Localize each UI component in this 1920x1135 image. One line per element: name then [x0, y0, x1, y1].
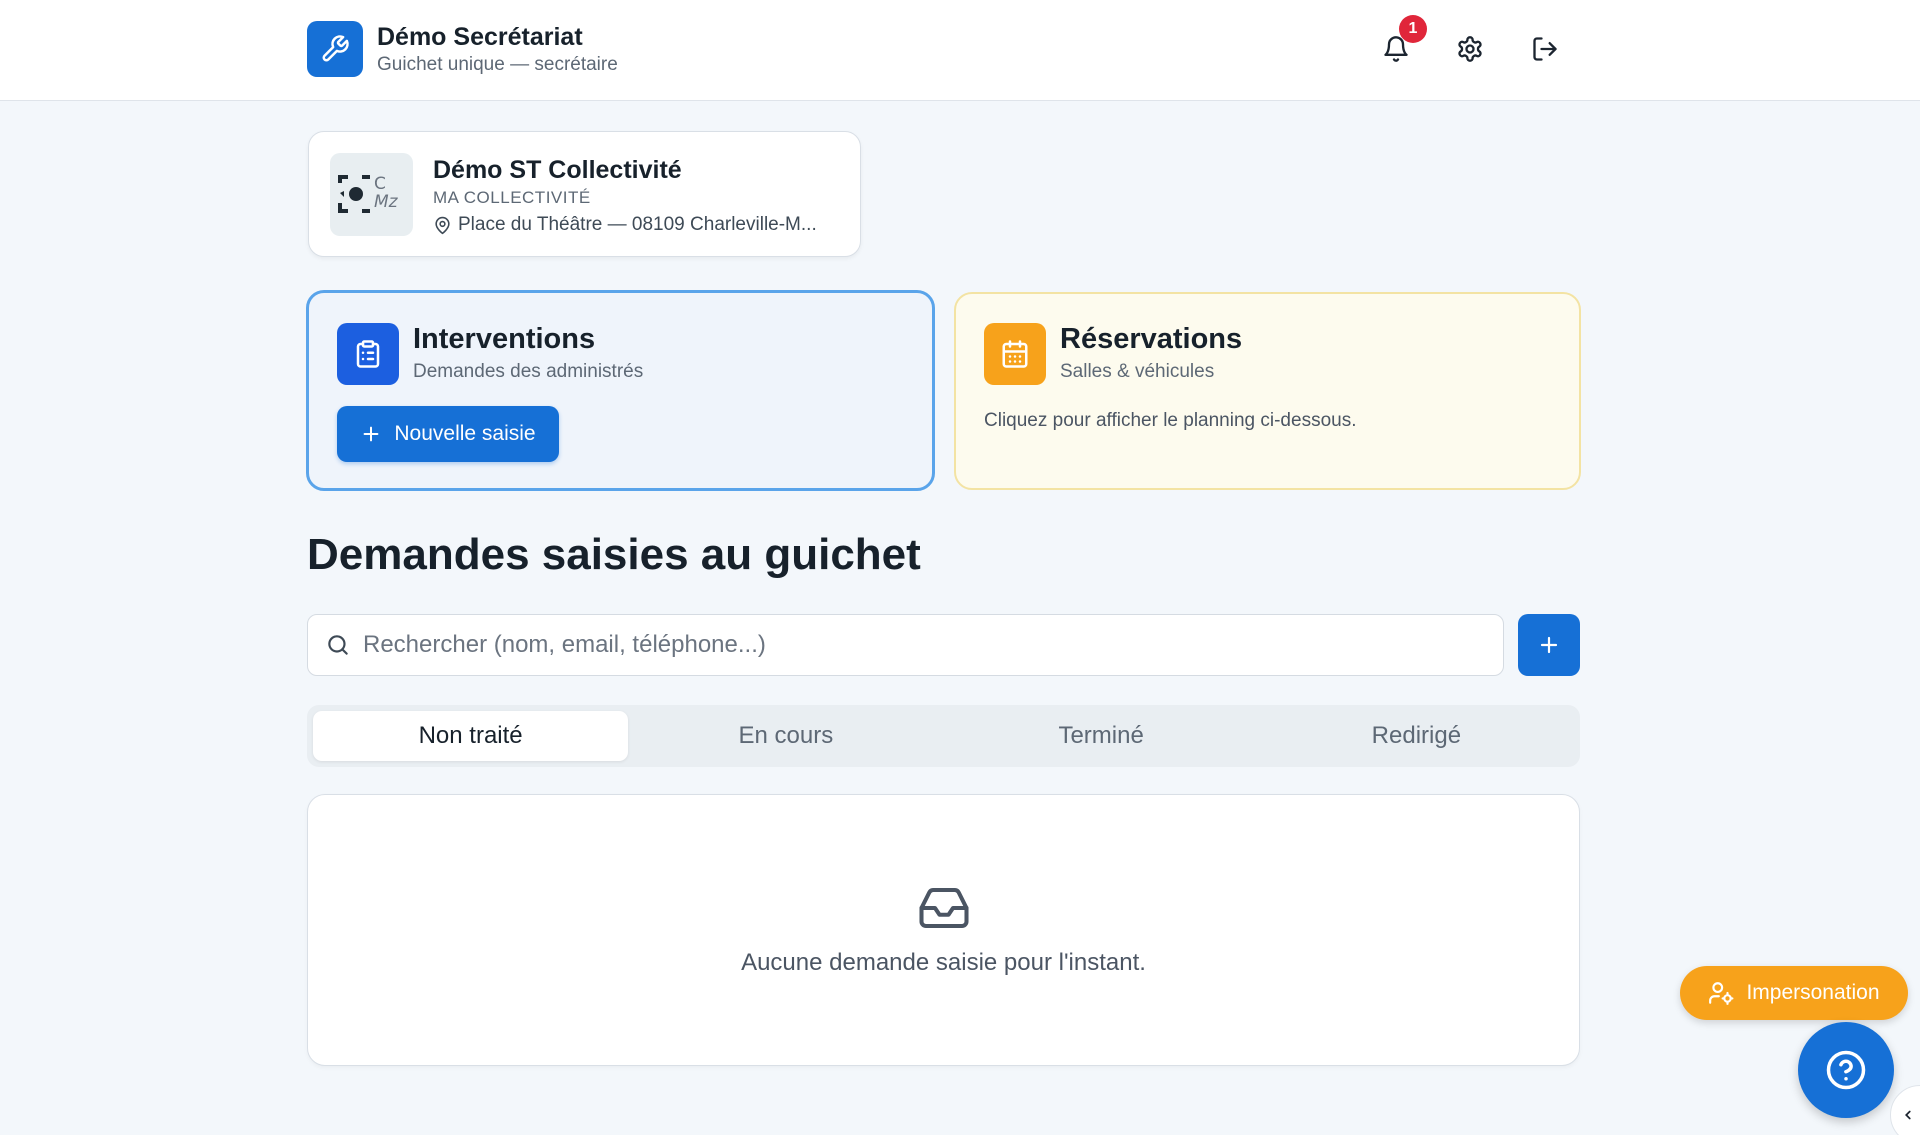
- svg-text:C: C: [374, 174, 386, 194]
- section-title: Demandes saisies au guichet: [307, 530, 921, 579]
- new-entry-label: Nouvelle saisie: [394, 422, 536, 445]
- tab-non-traite[interactable]: Non traité: [313, 711, 629, 761]
- add-request-button[interactable]: [1518, 614, 1580, 676]
- gear-icon: [1458, 36, 1482, 62]
- interventions-title: Interventions: [413, 323, 596, 355]
- search-icon: [328, 635, 348, 655]
- status-tabs: Non traité En cours Terminé Redirigé: [307, 705, 1580, 767]
- address-text: Place du Théâtre — 08109 Charleville-M..…: [458, 214, 817, 235]
- logout-button[interactable]: [1523, 27, 1567, 71]
- interventions-subtitle: Demandes des administrés: [413, 361, 644, 382]
- tab-redirige[interactable]: Redirigé: [1259, 711, 1574, 761]
- interventions-card[interactable]: Interventions Demandes des administrés N…: [306, 290, 935, 491]
- chevron-left-icon: [1905, 1110, 1911, 1120]
- reservations-subtitle: Salles & véhicules: [1060, 361, 1215, 382]
- collectivity-card[interactable]: C Mz Démo ST Collectivité MA COLLECTIVIT…: [308, 131, 861, 257]
- impersonation-button[interactable]: Impersonation: [1680, 966, 1908, 1020]
- search-bar[interactable]: [307, 614, 1504, 676]
- collectivity-logo: C Mz: [330, 153, 413, 236]
- user-cog-icon: [1709, 982, 1734, 1005]
- collectivity-address: Place du Théâtre — 08109 Charleville-M..…: [433, 214, 817, 236]
- map-pin-icon: [435, 216, 450, 234]
- collapse-panel-handle[interactable]: [1890, 1085, 1920, 1135]
- reservations-hint: Cliquez pour afficher le planning ci-des…: [984, 410, 1357, 431]
- empty-message: Aucune demande saisie pour l'instant.: [741, 949, 1146, 976]
- search-input[interactable]: [363, 615, 1503, 675]
- impersonation-label: Impersonation: [1746, 981, 1880, 1004]
- reservations-title: Réservations: [1060, 323, 1243, 355]
- tab-en-cours[interactable]: En cours: [628, 711, 943, 761]
- collectivity-type: MA COLLECTIVITÉ: [433, 188, 591, 207]
- clipboard-list-icon: [337, 323, 399, 385]
- top-bar: Démo Secrétariat Guichet unique — secrét…: [0, 0, 1920, 101]
- notifications-button[interactable]: 1: [1374, 15, 1427, 71]
- new-entry-button[interactable]: Nouvelle saisie: [337, 406, 559, 462]
- settings-button[interactable]: [1448, 27, 1492, 71]
- calendar-icon: [984, 323, 1046, 385]
- inbox-icon: [919, 887, 969, 929]
- requests-list-panel: Aucune demande saisie pour l'instant.: [307, 794, 1580, 1066]
- svg-text:Mz: Mz: [374, 192, 399, 212]
- app-subtitle: Guichet unique — secrétaire: [377, 54, 618, 75]
- app-title: Démo Secrétariat: [377, 23, 583, 51]
- plus-icon: [1540, 636, 1558, 654]
- reservations-card[interactable]: Réservations Salles & véhicules Cliquez …: [954, 292, 1581, 490]
- tab-termine[interactable]: Terminé: [944, 711, 1259, 761]
- logout-icon: [1533, 37, 1557, 61]
- plus-icon: [363, 426, 379, 442]
- collectivity-name: Démo ST Collectivité: [433, 156, 682, 184]
- wrench-icon: [307, 21, 363, 77]
- notification-badge: 1: [1399, 15, 1427, 43]
- brand[interactable]: Démo Secrétariat Guichet unique — secrét…: [307, 21, 618, 77]
- help-circle-icon: [1826, 1050, 1866, 1090]
- help-button[interactable]: [1798, 1022, 1894, 1118]
